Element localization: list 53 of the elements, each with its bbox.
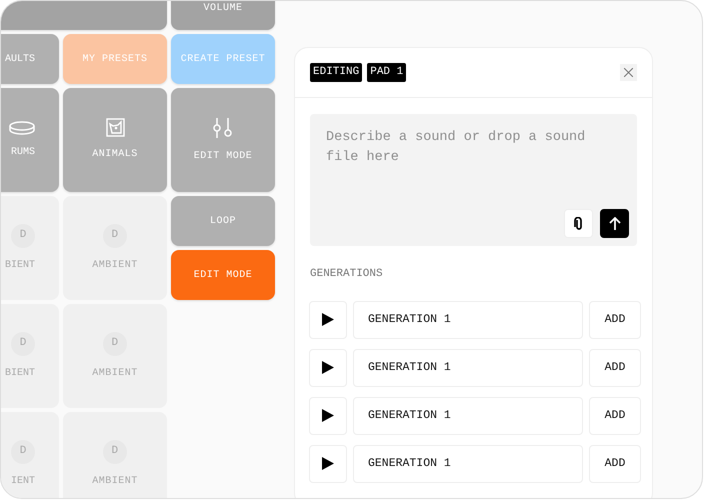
pad-button[interactable]: LOOP	[171, 196, 275, 246]
pad-badge: D	[103, 224, 127, 248]
play-button[interactable]	[309, 396, 347, 434]
play-icon	[322, 409, 334, 422]
send-button[interactable]	[600, 209, 629, 238]
pad-button[interactable]: CREATE PRESET	[171, 34, 275, 84]
play-icon	[322, 457, 334, 470]
pad-label: IENT	[10, 474, 35, 488]
generation-name: GENERATION 1	[353, 444, 583, 482]
play-button[interactable]	[309, 348, 347, 386]
header-tag: EDITING	[310, 63, 362, 82]
animal-picture-icon	[106, 118, 124, 137]
add-button[interactable]: ADD	[589, 300, 641, 338]
pad-label: ANIMALS	[92, 148, 138, 162]
pad-label: EDIT MODE	[194, 150, 252, 164]
play-icon	[322, 313, 334, 326]
play-button[interactable]	[309, 444, 347, 482]
prompt-field[interactable]: Describe a sound or drop a sound file here	[310, 114, 637, 246]
generation-name: GENERATION 1	[353, 300, 583, 338]
pad-badge: D	[11, 332, 35, 356]
pad-button[interactable]: VOLUME	[171, 1, 275, 30]
pad-label: AMBIENT	[92, 258, 138, 272]
pad-label: AMBIENT	[92, 474, 138, 488]
generation-name: GENERATION 1	[353, 396, 583, 434]
paperclip-icon	[574, 216, 584, 230]
generation-name: GENERATION 1	[353, 348, 583, 386]
pad-badge: D	[11, 224, 35, 248]
pad-button[interactable]: ANIMALS	[63, 88, 167, 192]
close-button[interactable]	[620, 64, 637, 81]
play-icon	[322, 361, 334, 374]
pad-label: RUMS	[10, 146, 35, 160]
pad-button[interactable]: AULTS	[1, 34, 59, 84]
pad-button[interactable]: MY PRESETS	[63, 34, 167, 84]
play-button[interactable]	[309, 300, 347, 338]
pad-button[interactable]: RUMS	[1, 88, 59, 192]
attach-button[interactable]	[564, 209, 593, 238]
pad-button[interactable]: EDIT MODE	[171, 88, 275, 192]
pad-label: BIENT	[4, 366, 35, 380]
add-button[interactable]: ADD	[589, 444, 641, 482]
pad-label: AMBIENT	[92, 366, 138, 380]
pad-button[interactable]: EDIT MODE	[171, 250, 275, 300]
drum-icon	[9, 120, 35, 134]
pad-badge: D	[11, 440, 35, 464]
section-heading: GENERATIONS	[310, 267, 384, 282]
add-button[interactable]: ADD	[589, 348, 641, 386]
pad-label: BIENT	[4, 258, 35, 272]
add-button[interactable]: ADD	[589, 396, 641, 434]
sliders-icon	[212, 116, 234, 138]
header-tag: PAD 1	[367, 63, 406, 82]
pad-badge: D	[103, 332, 127, 356]
pad-badge: D	[103, 440, 127, 464]
arrow-up-icon	[608, 217, 620, 230]
close-icon	[624, 68, 633, 77]
